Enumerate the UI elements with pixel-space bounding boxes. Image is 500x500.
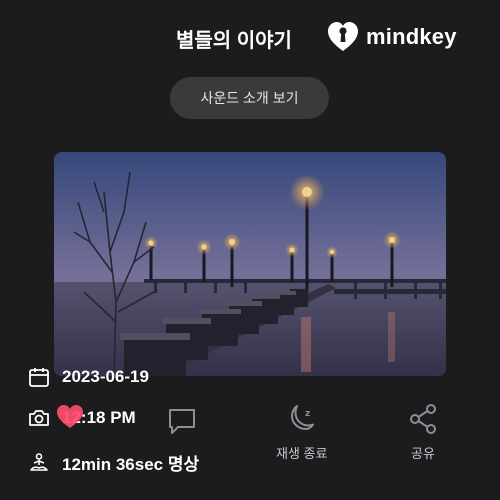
duration-row: 12min 36sec 명상: [28, 450, 199, 475]
stop-playback-label: 재생 종료: [276, 446, 328, 461]
duration-text: 12min 36sec 명상: [62, 455, 200, 474]
share-button[interactable]: 공유: [407, 403, 439, 462]
brand-name: mindkey: [366, 24, 457, 49]
comment-button[interactable]: [166, 405, 198, 437]
sound-intro-button[interactable]: 사운드 소개 보기: [170, 77, 329, 119]
heart-icon[interactable]: [56, 404, 84, 430]
comment-icon: [169, 409, 195, 434]
night-boardwalk-image: [54, 152, 446, 376]
date-row: 2023-06-19: [28, 366, 149, 388]
header: 별들의 이야기 mindkey: [0, 20, 500, 60]
share-icon: [410, 404, 436, 434]
moon-sleep-icon: z: [290, 405, 314, 430]
share-label: 공유: [411, 446, 435, 461]
background-photo: [54, 152, 446, 376]
meditation-icon: [28, 452, 50, 474]
page-title: 별들의 이야기: [176, 30, 292, 52]
date-text: 2023-06-19: [62, 367, 149, 386]
brand: mindkey: [326, 20, 457, 54]
svg-text:z: z: [305, 409, 310, 419]
calendar-icon: [28, 366, 50, 388]
camera-icon: [28, 407, 50, 429]
stop-playback-button[interactable]: z 재생 종료: [276, 403, 327, 462]
mindkey-logo-icon: [328, 22, 358, 51]
